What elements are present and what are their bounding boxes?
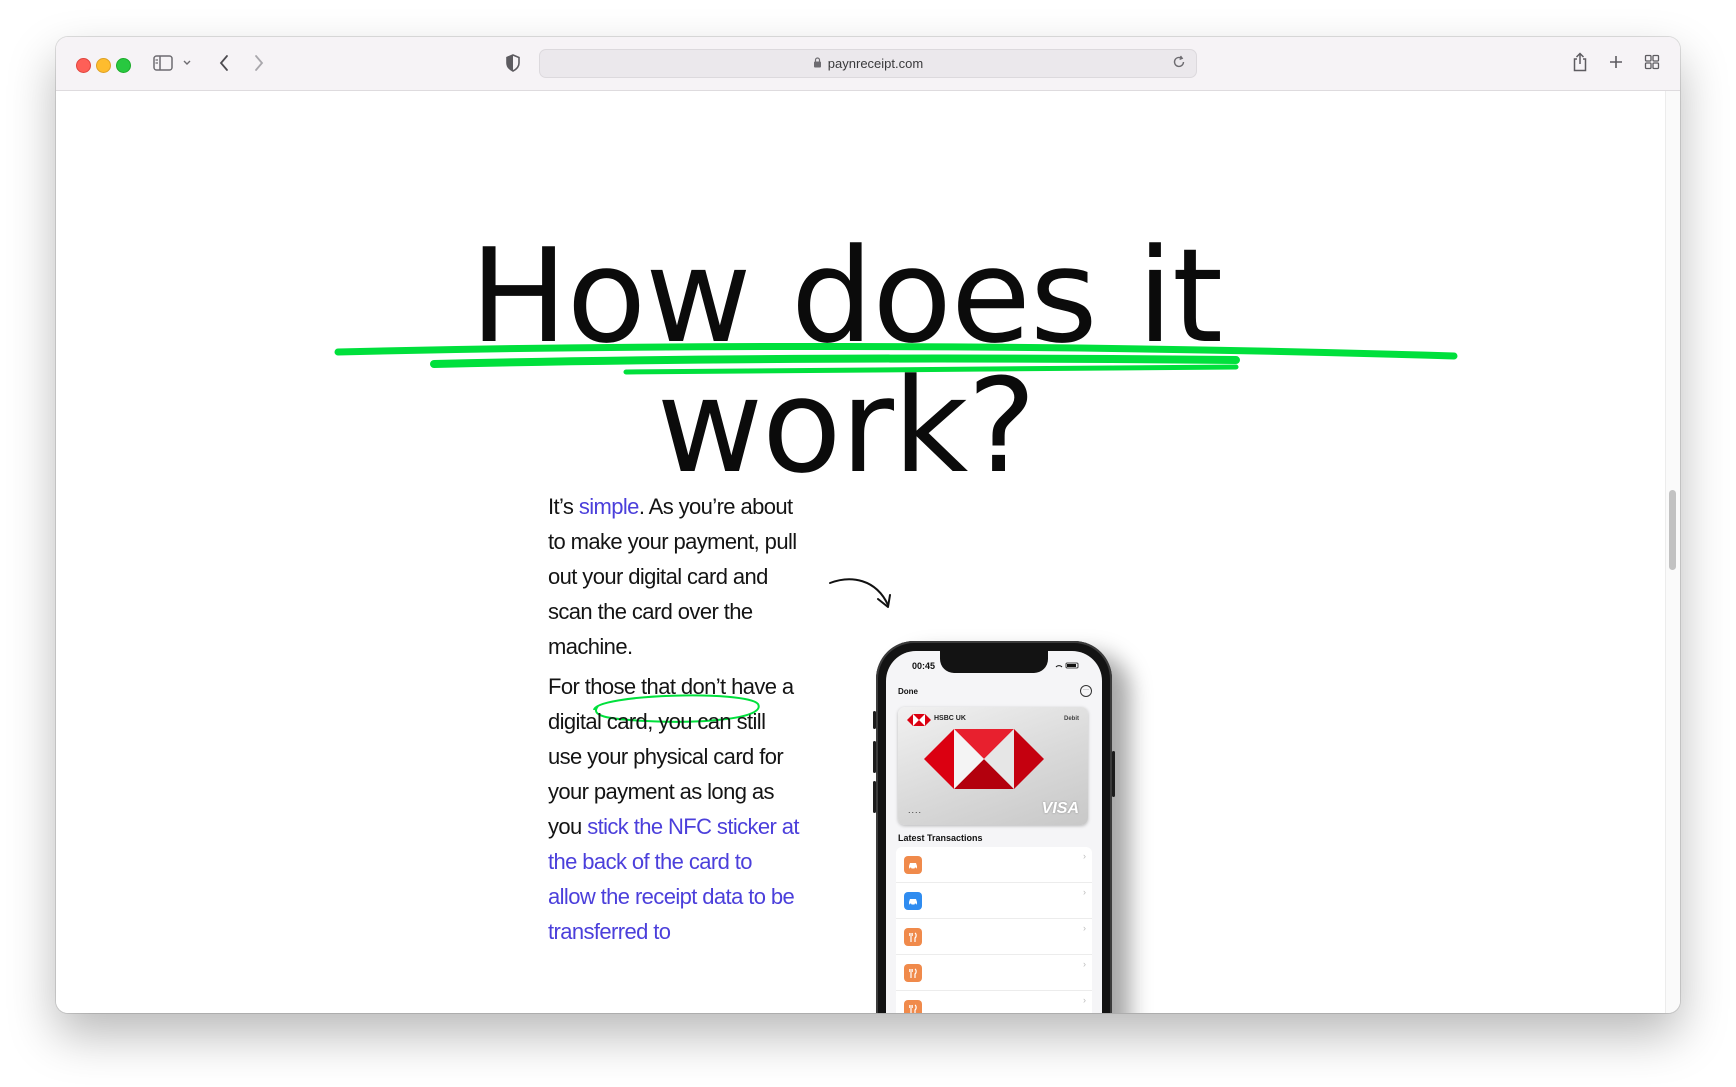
- chevron-right-icon: ›: [1083, 887, 1086, 897]
- phone-mockup: 00:45 Done ··· HSBC UK Debit .... VISA L…: [873, 641, 1115, 1013]
- transactions-heading: Latest Transactions: [898, 833, 983, 843]
- sidebar-toggle-icon[interactable]: [152, 53, 174, 73]
- maximize-window-button[interactable]: [116, 58, 131, 73]
- visa-logo: VISA: [1041, 800, 1079, 817]
- transaction-row[interactable]: ›: [896, 991, 1092, 1013]
- bank-card[interactable]: HSBC UK Debit .... VISA: [898, 707, 1088, 825]
- card-type: Debit: [1064, 716, 1079, 722]
- phone-side-button: [873, 741, 876, 773]
- fork-knife-icon: [904, 964, 922, 982]
- phone-side-button: [1112, 751, 1115, 797]
- browser-toolbar: paynreceipt.com: [56, 37, 1680, 91]
- curved-arrow-icon: [829, 578, 891, 608]
- reload-icon[interactable]: [1172, 55, 1186, 72]
- car-icon: [904, 856, 922, 874]
- url-text: paynreceipt.com: [827, 56, 924, 71]
- hsbc-hexagon-icon: [924, 729, 1044, 789]
- transaction-row[interactable]: ›: [896, 883, 1092, 919]
- transactions-list: › › › › ›: [896, 847, 1092, 1013]
- intro-paragraph: It’s simple. As you’re about to make you…: [548, 489, 803, 664]
- fork-knife-icon: [904, 928, 922, 946]
- hsbc-logo-icon: [907, 714, 931, 726]
- simple-link[interactable]: simple: [579, 494, 640, 519]
- new-tab-icon[interactable]: [1606, 52, 1626, 72]
- close-window-button[interactable]: [76, 58, 91, 73]
- car-icon: [904, 892, 922, 910]
- chevron-right-icon: ›: [1083, 923, 1086, 933]
- chevron-right-icon: ›: [1083, 959, 1086, 969]
- chevron-right-icon: ›: [1083, 851, 1086, 861]
- scrollbar-thumb[interactable]: [1669, 490, 1676, 570]
- tab-overview-icon[interactable]: [1642, 52, 1662, 72]
- more-options-icon[interactable]: ···: [1080, 685, 1092, 697]
- card-bank-name: HSBC UK: [934, 715, 966, 722]
- done-button[interactable]: Done: [898, 687, 918, 696]
- transaction-row[interactable]: ›: [896, 919, 1092, 955]
- page-content: How does it work? It’s simple. As you’re…: [56, 91, 1666, 1013]
- browser-window: paynreceipt.com How does it work? It’s s…: [56, 37, 1680, 1013]
- status-time: 00:45: [912, 661, 936, 671]
- transaction-row[interactable]: ›: [896, 847, 1092, 883]
- status-icons: [1054, 661, 1084, 671]
- physical-card-paragraph: For those that don’t have a digital card…: [548, 669, 803, 949]
- phone-side-button: [873, 711, 876, 729]
- phone-side-button: [873, 781, 876, 813]
- back-icon[interactable]: [214, 52, 234, 74]
- phone-screen: 00:45 Done ··· HSBC UK Debit .... VISA L…: [886, 651, 1102, 1013]
- para1-text-start: It’s: [548, 494, 579, 519]
- transaction-row[interactable]: ›: [896, 955, 1092, 991]
- fork-knife-icon: [904, 1000, 922, 1013]
- forward-icon[interactable]: [249, 52, 269, 74]
- card-number-dots: ....: [908, 805, 923, 815]
- minimize-window-button[interactable]: [96, 58, 111, 73]
- chevron-right-icon: ›: [1083, 995, 1086, 1005]
- privacy-shield-icon[interactable]: [503, 53, 523, 73]
- chevron-down-icon[interactable]: [180, 55, 194, 71]
- lock-icon: [813, 56, 822, 71]
- highlight-underline: [334, 342, 1458, 375]
- share-icon[interactable]: [1569, 50, 1591, 74]
- phone-notch: [940, 651, 1048, 673]
- address-bar[interactable]: paynreceipt.com: [539, 49, 1197, 78]
